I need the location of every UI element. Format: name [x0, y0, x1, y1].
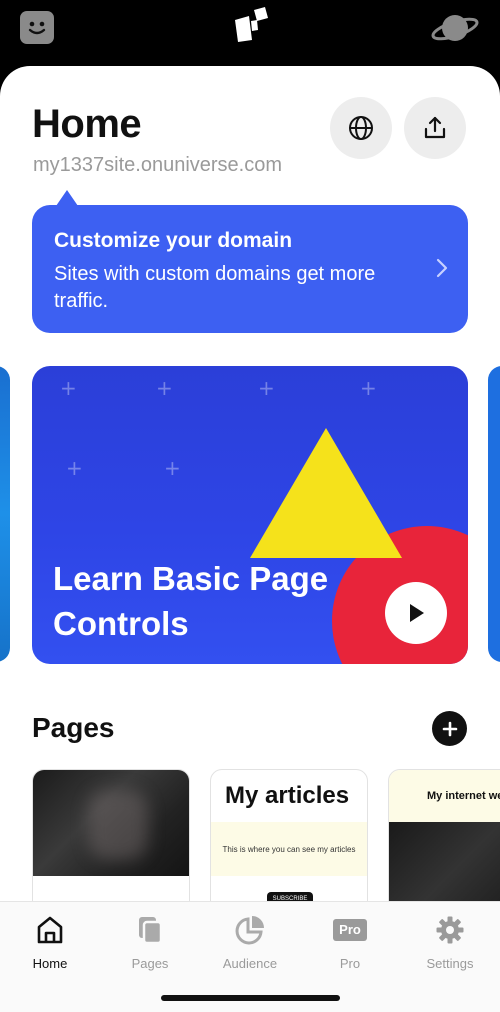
play-button[interactable] — [385, 582, 447, 644]
banner-title: Customize your domain — [54, 229, 293, 252]
home-indicator[interactable] — [161, 995, 340, 1001]
carousel-card-next[interactable] — [488, 366, 500, 662]
grid-plus-icon: + — [60, 376, 77, 400]
grid-plus-icon: + — [258, 376, 275, 400]
top-bar — [0, 0, 500, 60]
pro-icon: Pro — [333, 919, 367, 941]
universe-logo-icon[interactable] — [233, 6, 271, 44]
carousel-card-previous[interactable] — [0, 366, 10, 662]
tab-label: Audience — [222, 956, 278, 971]
planet-icon[interactable] — [430, 10, 480, 46]
video-title: Learn Basic Page Controls — [53, 560, 329, 642]
grid-plus-icon: + — [360, 376, 377, 400]
tab-settings[interactable]: Settings — [400, 912, 500, 971]
home-sheet: Home my1337site.onuniverse.com Customize… — [0, 66, 500, 1012]
thumbnail-title: My articles — [225, 782, 350, 809]
page-title: Home — [32, 102, 142, 146]
domain-button[interactable] — [330, 97, 392, 159]
grid-plus-icon: + — [66, 456, 83, 480]
yellow-triangle-shape — [250, 428, 402, 558]
page-thumbnail[interactable]: My internet websi — [388, 769, 500, 919]
banner-pointer — [56, 190, 78, 206]
play-icon — [410, 604, 424, 622]
gear-icon — [436, 916, 464, 944]
audience-icon — [235, 916, 264, 945]
pages-icon — [139, 917, 163, 945]
site-url[interactable]: my1337site.onuniverse.com — [33, 154, 282, 177]
share-icon — [424, 116, 446, 139]
tab-label: Pro — [339, 956, 361, 971]
thumbnail-title: My internet websi — [427, 790, 500, 802]
chevron-right-icon — [436, 258, 448, 278]
face-icon[interactable] — [20, 11, 54, 44]
tab-pages[interactable]: Pages — [100, 912, 200, 971]
tab-bar: Home Pages Audience Pro Pro Settings — [0, 901, 500, 1012]
customize-domain-banner[interactable]: Customize your domain Sites with custom … — [32, 205, 468, 333]
thumbnail-text: This is where you can see my articles — [222, 845, 356, 854]
grid-plus-icon: + — [156, 376, 173, 400]
tab-home[interactable]: Home — [0, 912, 100, 971]
globe-icon — [349, 116, 373, 140]
page-thumbnail[interactable] — [32, 769, 190, 919]
banner-text: Sites with custom domains get more traff… — [54, 263, 376, 312]
tab-label: Home — [32, 956, 68, 971]
grid-plus-icon: + — [164, 456, 181, 480]
add-page-button[interactable] — [432, 711, 467, 746]
tab-pro[interactable]: Pro Pro — [300, 912, 400, 971]
thumbnail-blur — [88, 790, 148, 860]
pages-section-title: Pages — [32, 712, 115, 743]
tab-audience[interactable]: Audience — [200, 912, 300, 971]
home-icon — [37, 916, 63, 944]
tab-label: Settings — [426, 956, 474, 971]
plus-icon — [442, 721, 457, 736]
tutorial-video-card[interactable]: + + + + + + Learn Basic Page Controls — [32, 366, 468, 664]
page-thumbnail[interactable]: My articles This is where you can see my… — [210, 769, 368, 919]
tab-label: Pages — [131, 956, 169, 971]
share-button[interactable] — [404, 97, 466, 159]
